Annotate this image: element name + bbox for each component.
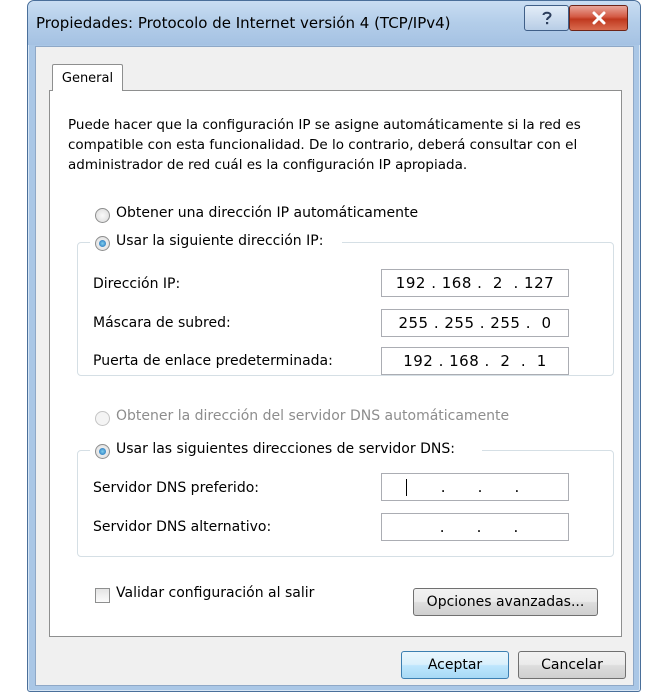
- ip-address-input[interactable]: 192 . 168 . 2 . 127: [381, 269, 569, 297]
- tab-general-label: General: [61, 70, 114, 86]
- alternate-dns-input[interactable]: . . .: [381, 513, 569, 541]
- subnet-mask-input[interactable]: 255 . 255 . 255 . 0: [381, 309, 569, 337]
- help-button[interactable]: [524, 5, 569, 31]
- ip-auto-label[interactable]: Obtener una dirección IP automáticamente: [116, 205, 418, 221]
- ip-manual-label[interactable]: Usar la siguiente dirección IP:: [116, 233, 323, 249]
- validate-checkbox[interactable]: [95, 588, 110, 603]
- dialog-client-area: General Puede hacer que la configuración…: [35, 46, 634, 686]
- subnet-mask-label: Máscara de subred:: [93, 315, 231, 331]
- text-caret: [406, 478, 407, 496]
- dns-manual-radio[interactable]: [95, 444, 110, 459]
- preferred-dns-input[interactable]: . . .: [381, 473, 569, 501]
- dns-manual-label[interactable]: Usar las siguientes direcciones de servi…: [116, 441, 455, 457]
- default-gateway-label: Puerta de enlace predeterminada:: [93, 353, 333, 369]
- alternate-dns-label: Servidor DNS alternativo:: [93, 519, 272, 535]
- ok-button[interactable]: Aceptar: [401, 651, 509, 679]
- tab-general[interactable]: General: [52, 64, 123, 91]
- preferred-dns-value: . . .: [425, 478, 520, 496]
- dialog-window: Propiedades: Protocolo de Internet versi…: [27, 0, 641, 692]
- dns-auto-radio[interactable]: [95, 411, 110, 426]
- advanced-options-button[interactable]: Opciones avanzadas...: [413, 588, 598, 616]
- validate-label[interactable]: Validar configuración al salir: [116, 585, 314, 601]
- title-bar[interactable]: Propiedades: Protocolo de Internet versi…: [28, 1, 640, 45]
- close-icon: [592, 11, 605, 25]
- window-title: Propiedades: Protocolo de Internet versi…: [36, 14, 451, 32]
- ip-address-label: Dirección IP:: [93, 276, 181, 292]
- cancel-button[interactable]: Cancelar: [518, 651, 626, 679]
- description-text: Puede hacer que la configuración IP se a…: [68, 117, 581, 173]
- close-button[interactable]: [569, 5, 628, 31]
- ip-manual-radio[interactable]: [95, 236, 110, 251]
- tab-panel-general: Puede hacer que la configuración IP se a…: [49, 90, 622, 637]
- dns-auto-label[interactable]: Obtener la dirección del servidor DNS au…: [116, 408, 509, 424]
- help-icon: [542, 11, 552, 25]
- default-gateway-input[interactable]: 192 . 168 . 2 . 1: [381, 347, 569, 375]
- ip-auto-radio[interactable]: [95, 208, 110, 223]
- preferred-dns-label: Servidor DNS preferido:: [93, 480, 259, 496]
